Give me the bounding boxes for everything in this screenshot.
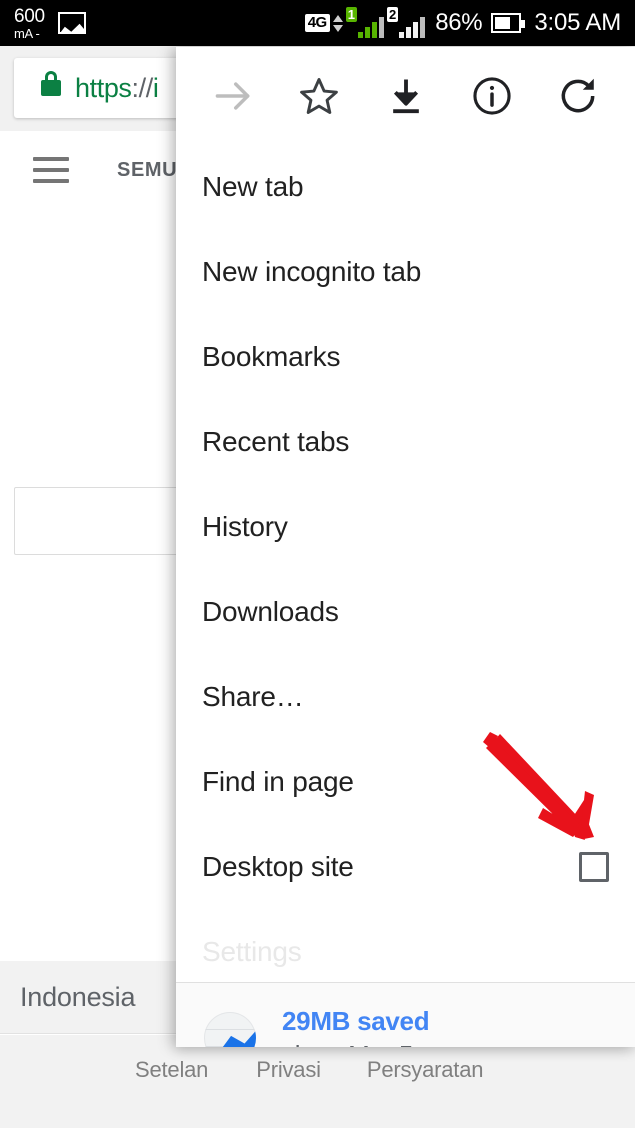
menu-item-bookmarks[interactable]: Bookmarks bbox=[176, 314, 635, 399]
menu-item-new-incognito-tab[interactable]: New incognito tab bbox=[176, 229, 635, 314]
footer-link-privasi[interactable]: Privasi bbox=[256, 1057, 321, 1083]
menu-item-desktop-site[interactable]: Desktop site bbox=[176, 824, 635, 909]
charge-rate-unit: mA - bbox=[14, 25, 40, 41]
menu-item-label: Downloads bbox=[202, 595, 339, 627]
data-saver-chart-icon bbox=[204, 1012, 256, 1047]
menu-item-label: Share… bbox=[202, 680, 304, 712]
data-saved-amount: 29MB saved bbox=[282, 1005, 430, 1036]
menu-item-label: New tab bbox=[202, 170, 304, 202]
menu-item-new-tab[interactable]: New tab bbox=[176, 144, 635, 229]
download-icon[interactable] bbox=[362, 47, 448, 144]
menu-item-label: Desktop site bbox=[202, 850, 354, 882]
reload-icon[interactable] bbox=[535, 47, 621, 144]
sim1-bars bbox=[357, 16, 384, 38]
footer-link-persyaratan[interactable]: Persyaratan bbox=[367, 1057, 484, 1083]
data-transfer-arrows-icon bbox=[332, 14, 343, 32]
sim2-label: 2 bbox=[386, 7, 399, 22]
status-bar-clock: 3:05 AM bbox=[534, 9, 621, 36]
menu-item-downloads[interactable]: Downloads bbox=[176, 569, 635, 654]
chrome-overflow-menu: New tab New incognito tab Bookmarks Rece… bbox=[176, 47, 635, 1047]
battery-percent-label: 86% bbox=[435, 9, 483, 36]
data-saver-footer[interactable]: 29MB saved since Mar 5 bbox=[176, 983, 635, 1047]
sim2-signal-icon: 2 bbox=[386, 7, 426, 38]
url-host: i bbox=[152, 72, 159, 103]
network-type-badge: 4G bbox=[304, 14, 330, 32]
page-footer: Setelan Privasi Persyaratan bbox=[0, 1035, 635, 1128]
url-text: https://i bbox=[75, 72, 159, 104]
menu-item-list: New tab New incognito tab Bookmarks Rece… bbox=[176, 144, 635, 994]
menu-item-label: History bbox=[202, 510, 288, 542]
menu-item-label: Bookmarks bbox=[202, 340, 341, 372]
menu-item-recent-tabs[interactable]: Recent tabs bbox=[176, 399, 635, 484]
footer-link-setelan[interactable]: Setelan bbox=[135, 1057, 208, 1083]
info-icon[interactable] bbox=[449, 47, 535, 144]
photo-icon bbox=[57, 12, 86, 34]
hamburger-icon[interactable] bbox=[33, 157, 69, 183]
desktop-site-checkbox[interactable] bbox=[579, 851, 609, 882]
menu-item-label: Recent tabs bbox=[202, 425, 350, 457]
menu-item-label: New incognito tab bbox=[202, 255, 422, 287]
lock-icon bbox=[41, 71, 61, 96]
status-bar: 600 mA - 4G 1 2 86% 3:05 AM bbox=[0, 0, 635, 46]
sim1-signal-icon: 1 bbox=[345, 7, 384, 38]
forward-arrow-icon[interactable] bbox=[190, 47, 276, 144]
sim1-label: 1 bbox=[345, 7, 357, 22]
menu-icon-row bbox=[176, 47, 635, 144]
menu-item-history[interactable]: History bbox=[176, 484, 635, 569]
sim2-bars bbox=[399, 16, 426, 38]
url-separator: :// bbox=[131, 72, 154, 103]
data-saved-since: since Mar 5 bbox=[282, 1039, 429, 1047]
country-label: Indonesia bbox=[20, 981, 136, 1012]
charge-rate-indicator: 600 mA - bbox=[14, 7, 45, 40]
star-icon[interactable] bbox=[276, 47, 362, 144]
menu-item-label: Find in page bbox=[202, 765, 354, 797]
charge-rate-value: 600 bbox=[14, 5, 45, 27]
status-bar-right-group: 4G 1 2 86% 3:05 AM bbox=[304, 7, 621, 38]
menu-item-find-in-page[interactable]: Find in page bbox=[176, 739, 635, 824]
battery-icon bbox=[491, 13, 526, 33]
phone-screenshot: 600 mA - 4G 1 2 86% 3:05 AM https://i SE… bbox=[0, 0, 635, 1128]
menu-item-label: Settings bbox=[202, 935, 302, 967]
menu-item-share[interactable]: Share… bbox=[176, 654, 635, 739]
data-saver-text: 29MB saved since Mar 5 bbox=[282, 1005, 430, 1048]
url-scheme: https bbox=[75, 72, 132, 103]
